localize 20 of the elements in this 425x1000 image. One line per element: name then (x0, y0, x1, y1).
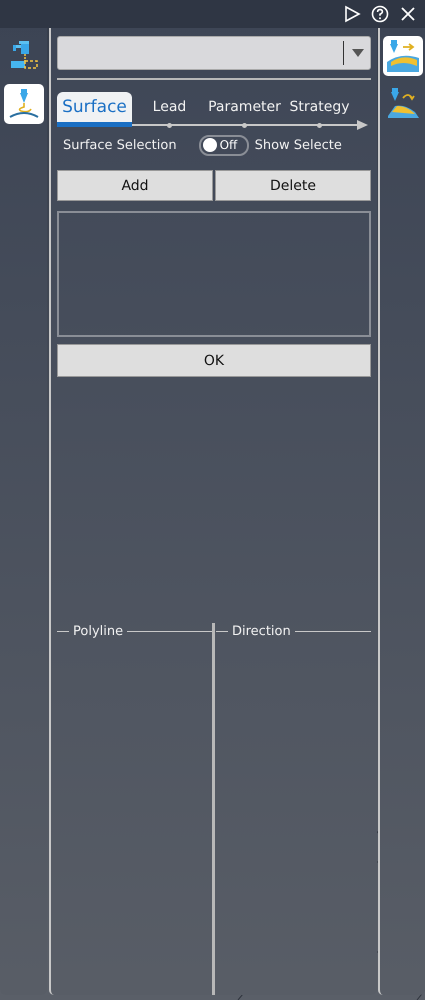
action-button[interactable]: Add (57, 170, 213, 201)
tool-move-icon[interactable] (382, 36, 422, 76)
step-dot (167, 123, 172, 128)
step-dot (242, 123, 247, 128)
caret-icon (352, 49, 364, 57)
step-tab[interactable]: Strategy (282, 92, 357, 122)
section-label: Surface Selection (63, 138, 177, 152)
ok-button[interactable]: OK (57, 344, 371, 377)
tool-path-icon[interactable] (4, 84, 44, 124)
step-dot (317, 123, 322, 128)
step-tab[interactable]: Parameter (207, 92, 282, 122)
toggle-switch[interactable]: Off (198, 134, 249, 156)
step-tab[interactable]: Surface (57, 92, 132, 122)
group-title: Direction (232, 624, 291, 638)
help-icon[interactable] (369, 3, 391, 25)
surface-list[interactable] (57, 211, 371, 337)
step-tab[interactable]: Lead (132, 92, 207, 122)
action-button[interactable]: Delete (215, 170, 371, 201)
toggle-label: Show Selecte (254, 138, 342, 152)
group-title: Polyline (73, 624, 124, 638)
